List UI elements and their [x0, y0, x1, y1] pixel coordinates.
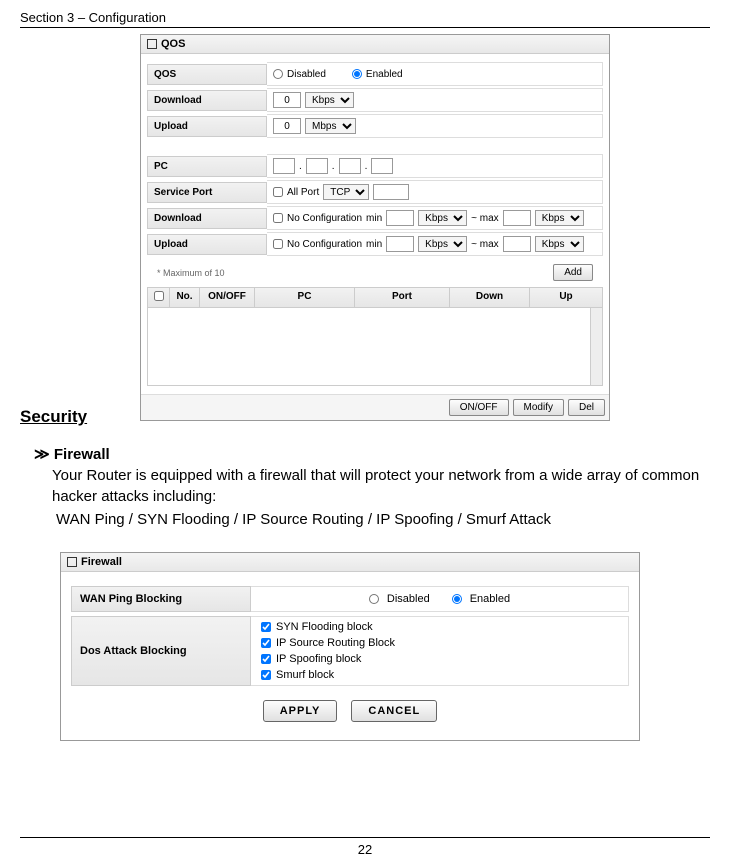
- ul-noconfig-text: No Configuration: [287, 239, 362, 250]
- download-unit[interactable]: Kbps: [305, 92, 354, 108]
- ipspoof-text: IP Spoofing block: [276, 653, 361, 665]
- smurf-text: Smurf block: [276, 669, 334, 681]
- firewall-title: Firewall: [61, 553, 639, 572]
- firewall-text2: WAN Ping / SYN Flooding / IP Source Rout…: [56, 509, 704, 530]
- dos-label: Dos Attack Blocking: [71, 616, 251, 686]
- ul-min-text: min: [366, 239, 382, 250]
- pc-ip2[interactable]: [306, 158, 328, 174]
- onoff-button[interactable]: ON/OFF: [449, 399, 509, 416]
- col-up: Up: [530, 288, 602, 307]
- wan-disabled-radio[interactable]: [369, 594, 379, 604]
- page-footer: 22: [20, 837, 710, 857]
- ul-max-input[interactable]: [503, 236, 531, 252]
- iproute-text: IP Source Routing Block: [276, 637, 395, 649]
- ul-min-input[interactable]: [386, 236, 414, 252]
- del-button[interactable]: Del: [568, 399, 605, 416]
- dl-max-text: ~ max: [471, 213, 499, 224]
- qos-list-body: [147, 308, 603, 386]
- dl-max-unit[interactable]: Kbps: [535, 210, 584, 226]
- pc-ip1[interactable]: [273, 158, 295, 174]
- allport-text: All Port: [287, 187, 319, 198]
- wan-enabled-radio[interactable]: [452, 594, 462, 604]
- qos-enabled-text: Enabled: [366, 69, 403, 80]
- service-port-label: Service Port: [147, 182, 267, 203]
- ul-max-unit[interactable]: Kbps: [535, 236, 584, 252]
- security-heading: Security: [20, 407, 710, 427]
- page-number: 22: [358, 842, 372, 857]
- dl-noconfig-text: No Configuration: [287, 213, 362, 224]
- header-rule: [20, 27, 710, 28]
- dl-min-input[interactable]: [386, 210, 414, 226]
- col-down: Down: [450, 288, 530, 307]
- pc-ip3[interactable]: [339, 158, 361, 174]
- upload-unit[interactable]: Mbps: [305, 118, 356, 134]
- ul-max-text: ~ max: [471, 239, 499, 250]
- pc-ip4[interactable]: [371, 158, 393, 174]
- firewall-panel: Firewall WAN Ping Blocking Disabled Enab…: [60, 552, 640, 741]
- upload-input[interactable]: [273, 118, 301, 134]
- firewall-heading: ≫ Firewall: [34, 445, 710, 463]
- iproute-check[interactable]: [261, 638, 271, 648]
- qos-panel: QOS QOS Disabled Enabled Download Kbps U…: [140, 34, 610, 421]
- qos-label: QOS: [147, 64, 267, 85]
- syn-text: SYN Flooding block: [276, 621, 373, 633]
- wan-ping-label: WAN Ping Blocking: [71, 586, 251, 612]
- add-button[interactable]: Add: [553, 264, 593, 281]
- ipspoof-check[interactable]: [261, 654, 271, 664]
- upload-label: Upload: [147, 116, 267, 137]
- qos-enabled-radio[interactable]: [352, 69, 362, 79]
- dl-min-unit[interactable]: Kbps: [418, 210, 467, 226]
- upload2-label: Upload: [147, 234, 267, 255]
- syn-check[interactable]: [261, 622, 271, 632]
- download2-label: Download: [147, 208, 267, 229]
- page-header: Section 3 – Configuration: [20, 10, 710, 25]
- apply-button[interactable]: APPLY: [263, 700, 338, 722]
- footer-rule: [20, 837, 710, 838]
- modify-button[interactable]: Modify: [513, 399, 564, 416]
- maxof-text: * Maximum of 10: [157, 268, 225, 278]
- dl-noconfig-check[interactable]: [273, 213, 283, 223]
- qos-disabled-text: Disabled: [287, 69, 326, 80]
- allport-check[interactable]: [273, 187, 283, 197]
- dl-min-text: min: [366, 213, 382, 224]
- qos-scrollbar[interactable]: [590, 308, 602, 385]
- download-label: Download: [147, 90, 267, 111]
- ul-min-unit[interactable]: Kbps: [418, 236, 467, 252]
- pc-label: PC: [147, 156, 267, 177]
- smurf-check[interactable]: [261, 670, 271, 680]
- wan-enabled-text: Enabled: [470, 593, 510, 605]
- qos-title: QOS: [141, 35, 609, 54]
- dl-max-input[interactable]: [503, 210, 531, 226]
- firewall-text1: Your Router is equipped with a firewall …: [52, 465, 704, 507]
- col-no: No.: [170, 288, 200, 307]
- port-input[interactable]: [373, 184, 409, 200]
- selectall-check[interactable]: [154, 291, 164, 301]
- wan-disabled-text: Disabled: [387, 593, 430, 605]
- download-input[interactable]: [273, 92, 301, 108]
- proto-select[interactable]: TCP: [323, 184, 369, 200]
- qos-disabled-radio[interactable]: [273, 69, 283, 79]
- ul-noconfig-check[interactable]: [273, 239, 283, 249]
- qos-table-header: No. ON/OFF PC Port Down Up: [147, 287, 603, 308]
- col-port: Port: [355, 288, 450, 307]
- col-pc: PC: [255, 288, 355, 307]
- col-onoff: ON/OFF: [200, 288, 255, 307]
- cancel-button[interactable]: CANCEL: [351, 700, 437, 722]
